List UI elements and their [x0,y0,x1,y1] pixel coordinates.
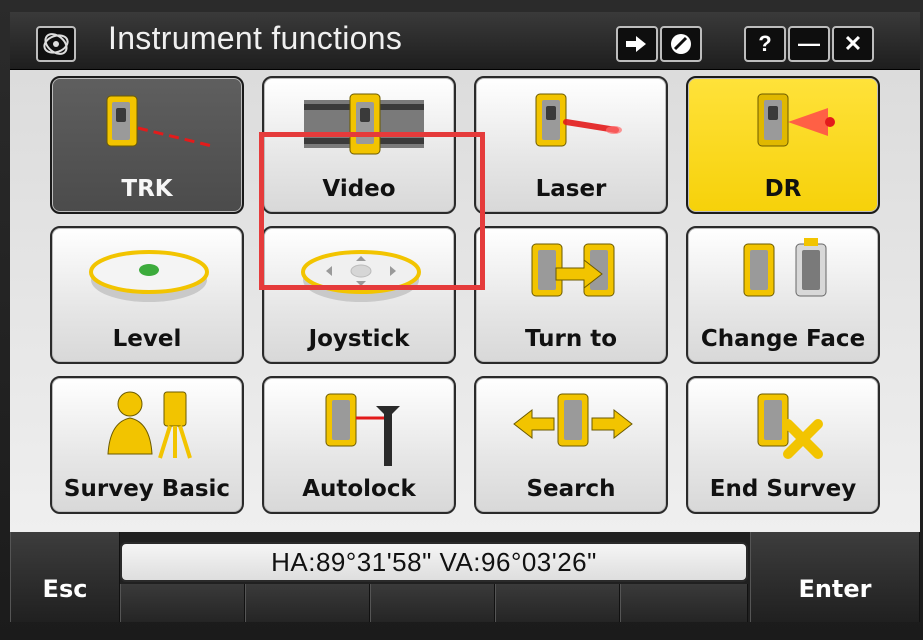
softkey-blank-2[interactable] [245,584,370,622]
tile-label: TRK [121,176,173,202]
softkey-blank-5[interactable] [620,584,748,622]
level-bubble-icon [89,250,209,302]
tile-turn-to[interactable]: Turn to [474,226,668,364]
tile-change-face[interactable]: Change Face [686,226,880,364]
instrument-laser-beam-icon [106,95,213,148]
login-arrow-icon [626,36,646,52]
instrument-laser-pointer-icon [535,93,622,147]
enter-button[interactable]: Enter [750,532,920,622]
settings-button[interactable] [660,26,702,62]
selection-highlight [259,132,485,290]
tile-label: Level [112,326,182,352]
softkey-blank-4[interactable] [495,584,620,622]
app-logo-icon[interactable] [36,26,76,62]
end-survey-x-icon [757,393,823,459]
tile-label: Search [526,476,616,502]
tile-label: Joystick [308,326,410,352]
tile-dr[interactable]: DR [686,76,880,214]
softkey-blank-1[interactable] [120,584,245,622]
screen: Instrument functions ? — ✕ TRK Video Las… [10,12,920,622]
close-icon: ✕ [843,31,863,56]
status-bar: Esc Enter HA:89°31'58" VA:96°03'26" [10,532,920,622]
tile-label: Autolock [302,476,416,502]
change-face-icon [743,238,827,297]
instrument-dr-beam-icon [757,93,835,147]
tile-search[interactable]: Search [474,376,668,514]
help-button[interactable]: ? [744,26,786,62]
minimize-button[interactable]: — [788,26,830,62]
window-title: Instrument functions [108,20,403,56]
turn-to-arrow-icon [531,243,615,297]
enter-label: Enter [798,575,872,603]
esc-label: Esc [42,575,88,603]
tile-autolock[interactable]: Autolock [262,376,456,514]
angle-readout: HA:89°31'58" VA:96°03'26" [120,542,748,582]
device-frame: Instrument functions ? — ✕ TRK Video Las… [0,0,923,640]
close-button[interactable]: ✕ [832,26,874,62]
tile-label: End Survey [709,476,857,502]
tile-label: Turn to [524,326,618,352]
tile-level[interactable]: Level [50,226,244,364]
function-grid: TRK Video Laser DR Level Joystick Turn t… [10,70,920,532]
tile-survey-basic[interactable]: Survey Basic [50,376,244,514]
tile-trk[interactable]: TRK [50,76,244,214]
no-entry-icon [671,34,691,54]
tile-laser[interactable]: Laser [474,76,668,214]
tile-label: Laser [535,176,607,202]
login-button[interactable] [616,26,658,62]
tile-end-survey[interactable]: End Survey [686,376,880,514]
minimize-icon: — [798,31,820,56]
search-arrows-icon [513,393,633,447]
tile-label: DR [764,176,802,202]
tile-label: Change Face [700,326,866,352]
help-icon: ? [758,31,772,56]
esc-button[interactable]: Esc [10,532,120,622]
tile-label: Survey Basic [63,476,231,502]
softkey-blank-3[interactable] [370,584,495,622]
autolock-prism-icon [325,393,400,466]
survey-basic-person-icon [107,391,192,459]
title-bar: Instrument functions ? — ✕ [10,12,920,70]
